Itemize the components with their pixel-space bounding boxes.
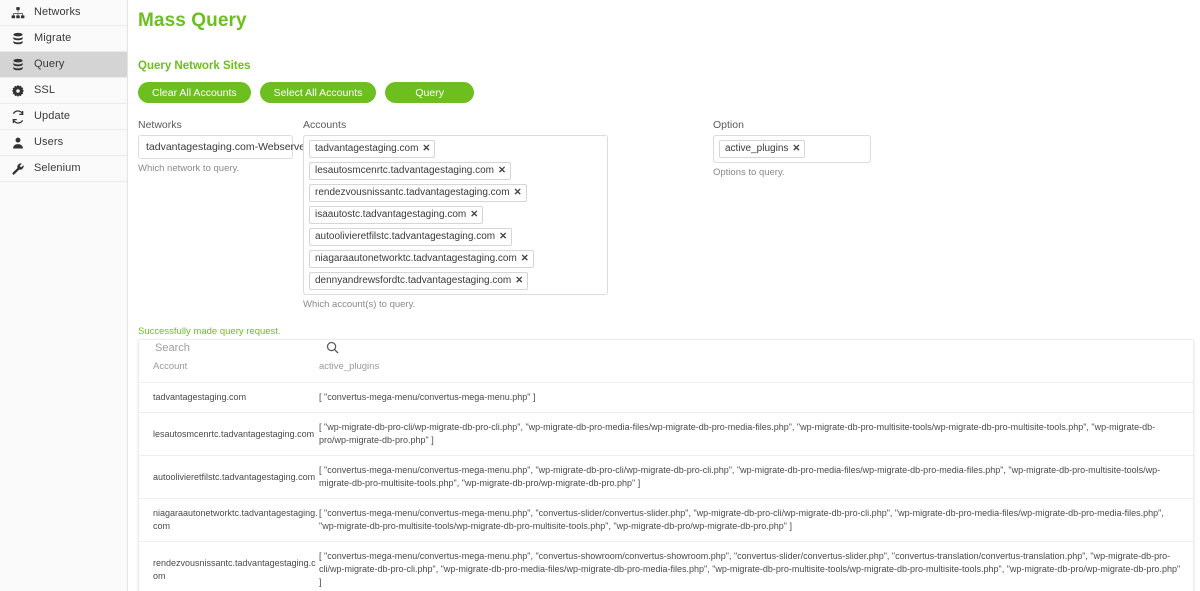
close-icon[interactable]: ✕ <box>521 252 529 266</box>
account-chip[interactable]: niagaraautonetworktc.tadvantagestaging.c… <box>309 250 534 268</box>
option-help: Options to query. <box>713 167 785 178</box>
account-chip[interactable]: isaautostc.tadvantagestaging.com ✕ <box>309 206 484 224</box>
account-chip-label: lesautosmcenrtc.tadvantagestaging.com <box>315 165 494 176</box>
sidebar-item-ssl[interactable]: SSL <box>0 78 127 104</box>
table-row[interactable]: tadvantagestaging.com[ "convertus-mega-m… <box>139 382 1193 414</box>
account-chip[interactable]: lesautosmcenrtc.tadvantagestaging.com ✕ <box>309 162 511 180</box>
sidebar-item-query[interactable]: Query <box>0 52 127 78</box>
option-multiselect[interactable]: active_plugins ✕ <box>713 135 871 163</box>
database-icon <box>10 57 25 72</box>
results-search-bar <box>139 340 1193 355</box>
accounts-label: Accounts <box>303 119 347 131</box>
column-header-active-plugins[interactable]: active_plugins <box>319 355 1193 383</box>
account-chip-label: tadvantagestaging.com <box>315 143 419 154</box>
cell-active-plugins: [ "convertus-mega-menu/convertus-mega-me… <box>319 455 1193 500</box>
sidebar-item-update[interactable]: Update <box>0 104 127 130</box>
sidebar-item-label: Users <box>34 136 64 148</box>
app-root: Networks Migrate Query SSL Update Users Seleni… <box>0 0 1200 591</box>
networks-label: Networks <box>138 119 182 131</box>
section-title: Query Network Sites <box>138 60 251 72</box>
networks-select[interactable]: tadvantagestaging.com-Webserver <box>138 135 309 159</box>
table-header-row: Account active_plugins <box>139 355 1193 383</box>
network-icon <box>10 5 25 20</box>
close-icon[interactable]: ✕ <box>422 142 430 156</box>
option-chip-label: active_plugins <box>725 143 789 154</box>
option-field: Option active_plugins ✕ Options to query. <box>713 119 871 178</box>
networks-field: Networks tadvantagestaging.com-Webserver… <box>138 119 309 174</box>
user-icon <box>10 135 25 150</box>
account-chip-label: dennyandrewsfordtc.tadvantagestaging.com <box>315 275 512 286</box>
cell-active-plugins: [ "convertus-mega-menu/convertus-mega-me… <box>319 382 1193 414</box>
networks-help: Which network to query. <box>138 163 240 174</box>
accounts-multiselect[interactable]: tadvantagestaging.com ✕ lesautosmcenrtc.ta… <box>303 135 608 295</box>
results-table-body: tadvantagestaging.com[ "convertus-mega-m… <box>139 382 1193 591</box>
account-chip-label: rendezvousnissantc.tadvantagestaging.com <box>315 187 510 198</box>
table-row[interactable]: autoolivieretfilstc.tadvantagestaging.co… <box>139 455 1193 500</box>
clear-all-accounts-button[interactable]: Clear All Accounts <box>138 82 251 103</box>
query-button[interactable]: Query <box>385 82 474 103</box>
table-row[interactable]: rendezvousnissantc.tadvantagestaging.com… <box>139 541 1193 591</box>
table-row[interactable]: niagaraautonetworktc.tadvantagestaging.c… <box>139 498 1193 543</box>
wrench-icon <box>10 161 25 176</box>
results-card: Account active_plugins tadvantagestaging… <box>138 339 1194 591</box>
table-row[interactable]: lesautosmcenrtc.tadvantagestaging.com[ "… <box>139 412 1193 457</box>
sidebar-item-migrate[interactable]: Migrate <box>0 26 127 52</box>
results-table: Account active_plugins tadvantagestaging… <box>139 355 1193 591</box>
search-icon[interactable] <box>325 340 340 355</box>
account-chip-label: niagaraautonetworktc.tadvantagestaging.c… <box>315 253 517 264</box>
accounts-help: Which account(s) to query. <box>303 299 416 310</box>
cell-active-plugins: [ "convertus-mega-menu/convertus-mega-me… <box>319 541 1193 591</box>
sidebar-item-users[interactable]: Users <box>0 130 127 156</box>
option-chip[interactable]: active_plugins ✕ <box>719 140 806 158</box>
page-title: Mass Query <box>138 10 247 31</box>
cell-account: tadvantagestaging.com <box>139 382 319 414</box>
account-chip-label: autoolivieretfilstc.tadvantagestaging.co… <box>315 231 496 242</box>
cell-account: lesautosmcenrtc.tadvantagestaging.com <box>139 412 319 457</box>
accounts-field: Accounts tadvantagestaging.com ✕ lesautosm… <box>303 119 608 310</box>
cell-active-plugins: [ "wp-migrate-db-pro-cli/wp-migrate-db-p… <box>319 412 1193 457</box>
sidebar-item-label: Query <box>34 58 65 70</box>
sidebar-item-label: Migrate <box>34 32 72 44</box>
cell-account: niagaraautonetworktc.tadvantagestaging.c… <box>139 498 319 543</box>
database-icon <box>10 31 25 46</box>
close-icon[interactable]: ✕ <box>514 186 522 200</box>
cell-active-plugins: [ "convertus-mega-menu/convertus-mega-me… <box>319 498 1193 543</box>
main-content: Mass Query Query Network Sites Clear All… <box>128 0 1200 591</box>
close-icon[interactable]: ✕ <box>515 274 523 288</box>
sidebar-item-label: Selenium <box>34 162 81 174</box>
sidebar-item-label: Update <box>34 110 71 122</box>
select-all-accounts-button[interactable]: Select All Accounts <box>259 82 377 103</box>
flash-message: Successfully made query request. <box>138 326 281 337</box>
results-table-head: Account active_plugins <box>139 355 1193 383</box>
close-icon[interactable]: ✕ <box>498 164 506 178</box>
refresh-icon <box>10 109 25 124</box>
search-input[interactable] <box>153 340 325 355</box>
close-icon[interactable]: ✕ <box>792 142 800 156</box>
account-chip[interactable]: rendezvousnissantc.tadvantagestaging.com… <box>309 184 527 202</box>
sidebar: Networks Migrate Query SSL Update Users Seleni… <box>0 0 128 591</box>
sidebar-item-label: SSL <box>34 84 56 96</box>
action-button-row: Clear All Accounts Select All Accounts Q… <box>138 82 1200 103</box>
gear-icon <box>10 83 25 98</box>
account-chip[interactable]: dennyandrewsfordtc.tadvantagestaging.com… <box>309 272 529 290</box>
close-icon[interactable]: ✕ <box>499 230 507 244</box>
account-chip[interactable]: tadvantagestaging.com ✕ <box>309 140 436 158</box>
sidebar-item-label: Networks <box>34 6 81 18</box>
account-chip-label: isaautostc.tadvantagestaging.com <box>315 209 467 220</box>
cell-account: autoolivieretfilstc.tadvantagestaging.co… <box>139 455 319 500</box>
sidebar-item-selenium[interactable]: Selenium <box>0 156 127 182</box>
cell-account: rendezvousnissantc.tadvantagestaging.com <box>139 541 319 591</box>
option-label: Option <box>713 119 744 131</box>
account-chip[interactable]: autoolivieretfilstc.tadvantagestaging.co… <box>309 228 513 246</box>
close-icon[interactable]: ✕ <box>470 208 478 222</box>
column-header-account[interactable]: Account <box>139 355 319 383</box>
query-form: Networks tadvantagestaging.com-Webserver… <box>138 119 1200 310</box>
sidebar-item-networks[interactable]: Networks <box>0 0 127 26</box>
